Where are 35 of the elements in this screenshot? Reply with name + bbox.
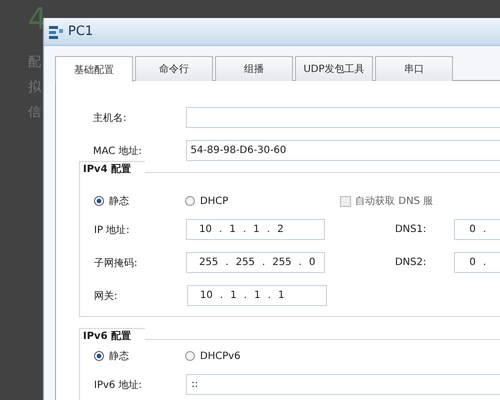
checkbox[interactable] <box>340 196 352 206</box>
window-title: PC1 <box>68 24 94 39</box>
checkbox-label[interactable]: 自动获取 DNS 服 <box>355 194 434 208</box>
ipv6-address-field[interactable]: :: <box>186 374 500 395</box>
field-label: DNS2: <box>394 257 428 268</box>
radio-label[interactable]: DHCPv6 <box>200 350 241 362</box>
radio-label[interactable]: 静态 <box>109 349 129 363</box>
radio-button[interactable] <box>94 351 104 361</box>
tab[interactable]: UDP发包工具 <box>295 56 373 81</box>
tab[interactable]: 基础配置 <box>55 56 133 82</box>
radio-button[interactable] <box>94 196 104 206</box>
mac-field[interactable]: 54-89-98-D6-30-60 <box>186 140 500 161</box>
field-label: 子网掩码: <box>94 256 138 270</box>
ip-address-field[interactable]: 10 . 1 . 1 . 2 <box>186 219 325 240</box>
field-label: DNS1: <box>394 224 428 235</box>
field-label: 主机名: <box>93 112 128 124</box>
ip-address-field[interactable]: 255 . 255 . 255 . 0 <box>186 252 325 273</box>
tab[interactable]: 组播 <box>215 56 293 81</box>
ip-address-field[interactable]: 10 . 1 . 1 . 1 <box>187 285 327 306</box>
radio-button[interactable] <box>185 196 195 206</box>
radio-label[interactable]: DHCP <box>200 196 228 206</box>
network-icon <box>48 24 64 38</box>
field-label: MAC 地址: <box>93 144 143 158</box>
ip-address-field[interactable]: 0 . <box>454 219 500 240</box>
radio-button[interactable] <box>185 351 195 361</box>
group-title: IPv4 配置 <box>79 161 146 176</box>
tab[interactable]: 串口 <box>375 56 453 81</box>
field-label: IP 地址: <box>94 224 131 236</box>
group-title: IPv6 配置 <box>79 328 146 343</box>
tab[interactable]: 命令行 <box>135 56 213 81</box>
ip-address-field[interactable]: 0 . <box>454 252 500 273</box>
field-label: IPv6 地址: <box>94 378 143 392</box>
field-label: 网关: <box>94 290 118 302</box>
radio-label[interactable]: 静态 <box>109 194 129 208</box>
hostname-field[interactable] <box>186 107 500 128</box>
